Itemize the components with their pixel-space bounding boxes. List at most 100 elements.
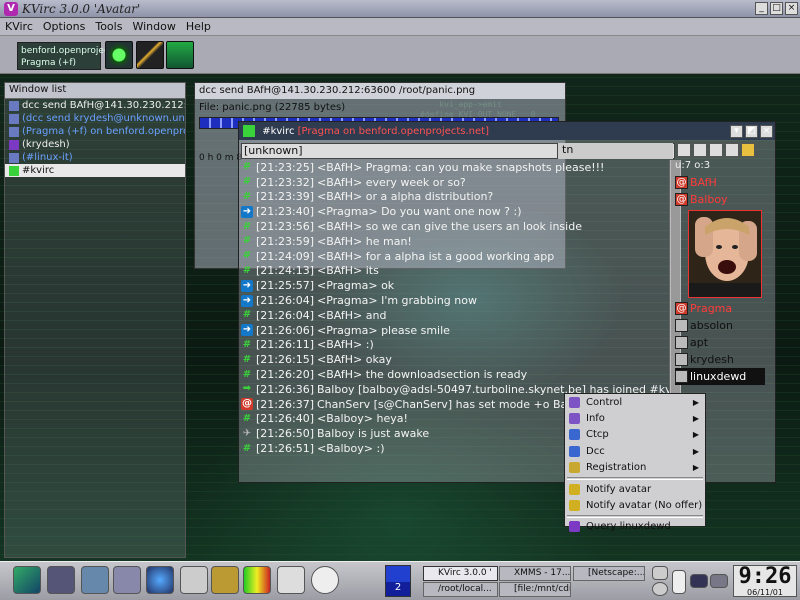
user-list-item[interactable]: absolon <box>675 317 765 334</box>
channel-list-button[interactable] <box>693 143 707 157</box>
menu-kvirc[interactable]: KVirc <box>0 20 38 33</box>
window-type-icon <box>9 165 19 176</box>
window-list-item[interactable]: dcc send BAfH@141.30.230.212:63600 /ro <box>5 99 185 112</box>
context-menu-item[interactable]: Registration ▶ <box>565 460 705 476</box>
message-line: ➜ [21:23:40] <Pragma> Do you want one now … <box>241 204 669 219</box>
main-titlebar[interactable]: V KVirc 3.0.0 'Avatar' _ □ × <box>0 0 800 18</box>
channel-split-button[interactable] <box>709 143 723 157</box>
menu-item-icon <box>569 413 580 425</box>
context-menu-item[interactable]: Info ▶ <box>565 410 705 426</box>
hash-icon: # <box>242 190 252 202</box>
channel-minimize-button[interactable]: ▾ <box>730 125 743 138</box>
menu-options[interactable]: Options <box>38 20 90 33</box>
window-list-item[interactable]: (Pragma (+f) on benford.openprojects.n <box>5 125 185 138</box>
message-text: <Pragma> Do you want one now ? :) <box>317 205 522 219</box>
identity-box[interactable]: benford.openprojects Pragma (+f) <box>17 42 117 70</box>
monitor-icon[interactable] <box>166 41 194 69</box>
window-list-icon[interactable] <box>47 566 75 594</box>
channel-titlebar[interactable]: #kvirc [Pragma on benford.openprojects.n… <box>239 122 775 140</box>
window-type-icon <box>9 100 19 111</box>
menu-window[interactable]: Window <box>127 20 180 33</box>
submenu-arrow-icon: ▶ <box>692 397 699 407</box>
close-button[interactable]: × <box>785 2 798 15</box>
user-list-item[interactable]: apt <box>675 334 765 351</box>
hash-icon: # <box>242 161 252 173</box>
editor-icon[interactable] <box>180 566 208 594</box>
chat-icon[interactable] <box>311 566 339 594</box>
menu-item-icon <box>569 483 580 495</box>
clock[interactable]: 9:26 06/11/01 <box>733 565 797 597</box>
app-title: KVirc 3.0.0 'Avatar' <box>22 1 141 16</box>
menu-item-label: Query linuxdewd <box>586 521 671 533</box>
context-menu-item[interactable]: Notify avatar <box>565 481 705 497</box>
message-timestamp: [21:26:06] <box>256 323 314 337</box>
channel-mode-button[interactable] <box>725 143 739 157</box>
context-menu-item[interactable]: Notify avatar (No offer) <box>565 497 705 513</box>
window-list-header: Window list <box>5 83 185 99</box>
user-list-item[interactable]: linuxdewd <box>675 368 765 385</box>
lock-icon[interactable] <box>652 566 668 580</box>
context-menu-item[interactable]: Query linuxdewd <box>565 519 705 535</box>
message-line: ➜ [21:25:57] <Pragma> ok <box>241 278 669 293</box>
task-terminal[interactable]: /root/local... <box>423 582 498 597</box>
context-menu-item[interactable]: Dcc ▶ <box>565 443 705 459</box>
channel-log-button[interactable] <box>677 143 691 157</box>
user-list-item[interactable]: @ Balboy <box>675 191 765 208</box>
dcc-window-titlebar[interactable]: dcc send BAfH@141.30.230.212:63600 /root… <box>195 83 565 99</box>
window-list-item[interactable]: (krydesh) <box>5 138 185 151</box>
hash-icon: # <box>242 442 252 454</box>
message-timestamp: [21:23:39] <box>256 190 314 204</box>
monitor-tray-icon[interactable] <box>710 574 728 588</box>
user-list-item[interactable]: @ BAfH <box>675 174 765 191</box>
user-nick: BAfH <box>690 176 717 189</box>
channel-maximize-button[interactable]: ◩ <box>745 125 758 138</box>
window-type-icon <box>9 113 19 124</box>
clipboard-icon[interactable] <box>672 570 686 594</box>
message-text: <BAfH> okay <box>317 353 392 367</box>
home-folder-icon[interactable] <box>81 566 109 594</box>
channel-mode[interactable]: tn <box>557 143 673 159</box>
user-icon <box>675 319 688 332</box>
menu-separator <box>567 476 703 480</box>
hash-icon: # <box>242 250 252 262</box>
submenu-arrow-icon: ▶ <box>692 446 699 456</box>
window-list-item[interactable]: (#linux-it) <box>5 151 185 164</box>
channel-icon <box>243 125 255 137</box>
desktop-pager[interactable]: 2 <box>385 565 411 597</box>
browser-icon[interactable] <box>146 566 174 594</box>
at-icon: @ <box>241 398 253 411</box>
menu-item-label: Info <box>586 413 605 425</box>
user-list-item[interactable]: @ Pragma <box>675 300 765 317</box>
channel-close-button[interactable]: × <box>760 125 773 138</box>
context-menu-item[interactable]: Control ▶ <box>565 394 705 410</box>
task-netscape[interactable]: [Netscape:... <box>573 566 645 581</box>
window-list-item[interactable]: #kvirc <box>5 164 185 177</box>
task-xmms[interactable]: XMMS - 17... <box>499 566 571 581</box>
wand-icon[interactable] <box>136 41 164 69</box>
mail-icon[interactable] <box>277 566 305 594</box>
channel-buttons <box>677 143 773 159</box>
menu-help[interactable]: Help <box>181 20 216 33</box>
audio-meter-icon[interactable] <box>243 566 271 594</box>
window-list-item[interactable]: (dcc send krydesh@unknown.unknown /ro <box>5 112 185 125</box>
message-timestamp: [21:26:11] <box>256 338 314 352</box>
context-menu-item[interactable]: Ctcp ▶ <box>565 427 705 443</box>
maximize-button[interactable]: □ <box>770 2 783 15</box>
user-count: u:7 o:3 <box>675 160 711 171</box>
connect-icon[interactable] <box>105 41 133 69</box>
k-menu-icon[interactable] <box>13 566 41 594</box>
menu-tools[interactable]: Tools <box>90 20 127 33</box>
minimize-button[interactable]: _ <box>755 2 768 15</box>
helm-icon[interactable] <box>211 566 239 594</box>
network-icon[interactable] <box>690 574 708 588</box>
logout-icon[interactable] <box>652 582 668 596</box>
message-text: <BAfH> :) <box>317 338 374 352</box>
user-list-item[interactable]: krydesh <box>675 351 765 368</box>
task-kvirc[interactable]: KVirc 3.0.0 ' <box>423 566 498 581</box>
channel-lock-icon[interactable] <box>741 143 755 157</box>
channel-title-server: [Pragma on benford.openprojects.net] <box>297 126 489 137</box>
terminal-icon[interactable] <box>113 566 141 594</box>
op-icon: @ <box>675 176 688 189</box>
message-timestamp: [21:23:56] <box>256 220 314 234</box>
task-file-manager[interactable]: [file:/mnt/cdr... <box>499 582 571 597</box>
